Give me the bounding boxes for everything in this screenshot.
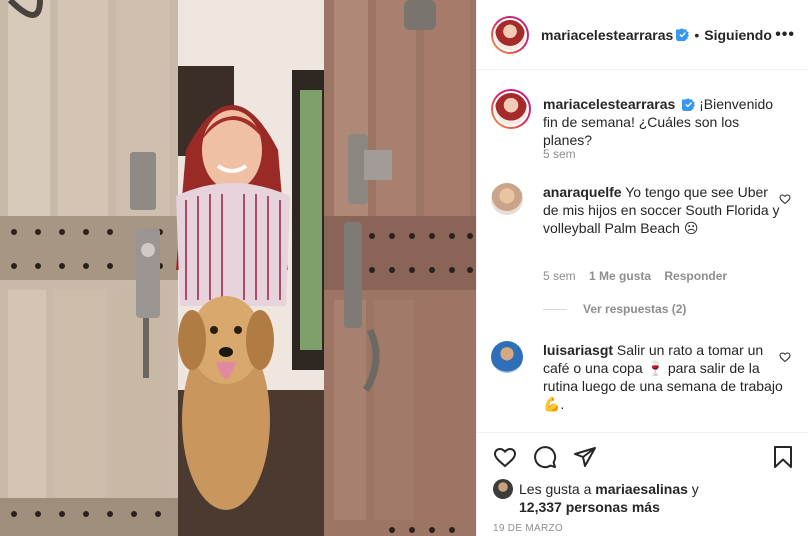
caption-meta: 5 sem <box>543 147 586 161</box>
likes-prefix: Les gusta a <box>519 481 592 497</box>
more-options-icon[interactable]: ••• <box>775 26 795 44</box>
likes-summary: Les gusta a mariaesalinas y 12,337 perso… <box>493 479 699 516</box>
post-image-illustration <box>0 0 476 536</box>
comment-text-block: luisariasgt Salir un rato a tomar un caf… <box>543 341 783 413</box>
post-side-panel: mariacelestearraras • Siguiendo ••• mari… <box>476 0 808 536</box>
likes-text: Les gusta a mariaesalinas y 12,337 perso… <box>519 480 699 516</box>
verified-badge-icon <box>676 28 690 41</box>
following-button[interactable]: Siguiendo <box>704 27 772 43</box>
likes-others-link[interactable]: 12,337 personas más <box>519 499 660 515</box>
author-username[interactable]: mariacelestearraras <box>541 27 673 43</box>
view-replies-button[interactable]: Ver respuestas (2) <box>543 302 686 316</box>
liker-avatar[interactable] <box>493 479 513 499</box>
commenter-avatar[interactable] <box>491 183 523 215</box>
reply-button[interactable]: Responder <box>664 269 727 283</box>
comment-likes[interactable]: 1 Me gusta <box>589 269 651 283</box>
comments-section: mariacelestearraras ¡Bienvenido fin de s… <box>477 71 808 431</box>
caption-time[interactable]: 5 sem <box>543 147 576 161</box>
save-button[interactable] <box>771 445 795 469</box>
caption-avatar[interactable] <box>491 89 531 129</box>
comment-time[interactable]: 5 sem <box>543 269 576 283</box>
comment-username[interactable]: anaraquelfe <box>543 184 622 200</box>
separator-dot: • <box>694 26 700 43</box>
author-avatar-image <box>493 17 527 52</box>
post-photo[interactable] <box>0 0 476 536</box>
heart-icon[interactable] <box>493 445 517 469</box>
liked-by-username[interactable]: mariaesalinas <box>595 481 688 497</box>
caption-username[interactable]: mariacelestearraras <box>543 96 675 112</box>
post-header: mariacelestearraras • Siguiendo ••• <box>477 0 808 70</box>
view-replies-label: Ver respuestas (2) <box>583 302 687 316</box>
comment-text-block: anaraquelfe Yo tengo que see Uber de mis… <box>543 183 783 237</box>
comment-meta: 5 sem 1 Me gusta Responder <box>543 269 737 283</box>
bookmark-icon <box>774 446 792 468</box>
share-icon[interactable] <box>573 445 597 469</box>
caption-text-block: mariacelestearraras ¡Bienvenido fin de s… <box>543 95 783 149</box>
verified-badge-icon <box>682 98 696 111</box>
likes-joiner: y <box>691 481 699 497</box>
author-info: mariacelestearraras • Siguiendo <box>541 27 772 43</box>
caption-avatar-image <box>493 91 529 127</box>
comment-heart-icon[interactable] <box>779 351 791 363</box>
author-avatar[interactable] <box>491 15 529 54</box>
post-actions: Les gusta a mariaesalinas y 12,337 perso… <box>477 432 808 536</box>
comment-heart-icon[interactable] <box>779 193 791 205</box>
post-date[interactable]: 19 DE MARZO <box>493 523 563 534</box>
view-replies-line <box>543 308 567 310</box>
comment-icon[interactable] <box>533 445 557 469</box>
action-icons <box>493 445 597 469</box>
commenter-avatar[interactable] <box>491 341 523 373</box>
comment-username[interactable]: luisariasgt <box>543 342 613 358</box>
